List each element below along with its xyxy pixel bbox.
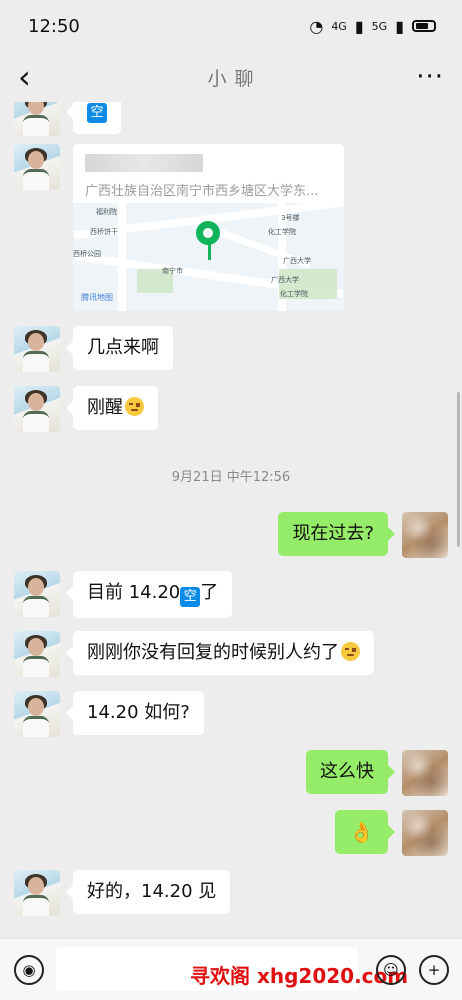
message-bubble[interactable]: 14.20 如何? [66, 691, 204, 735]
message-row: 目前 14.20 空了 [0, 571, 462, 619]
map-label: 化工学院 [268, 228, 296, 236]
plus-icon: + [427, 960, 441, 979]
add-button[interactable]: + [419, 955, 449, 985]
message-input-bar: ◉ 寻欢阁 xhg2020.com ☺ + [0, 938, 462, 1000]
signal-icon: ▮ [354, 16, 364, 36]
map-label: 西桥饼干 [90, 228, 118, 236]
location-map[interactable]: 福利院 3号楼 西桥饼干 化工学院 西桥公园 广西大学 南宁市 广西大学 化工学… [73, 203, 344, 311]
location-message-row: 广西壮族自治区南宁市西乡塘区大学东... 福利院 3号楼 西桥饼干 化工学院 西… [0, 102, 462, 322]
contact-avatar[interactable] [14, 144, 60, 190]
chat-header: ‹ 小 聊 ··· [0, 52, 462, 102]
message-row-sent: 这么快 [0, 750, 462, 798]
message-row-sent: 现在过去? [0, 512, 462, 560]
chat-area[interactable]: 空 广西壮族自治区南宁市西乡塘区大学东... 福利院 3号楼 西桥饼干 化工学院 [0, 102, 462, 938]
location-card[interactable]: 广西壮族自治区南宁市西乡塘区大学东... 福利院 3号楼 西桥饼干 化工学院 西… [73, 144, 344, 311]
contact-avatar[interactable] [14, 326, 60, 372]
map-label: 福利院 [96, 208, 117, 216]
self-avatar[interactable] [402, 810, 448, 856]
network-4g-label: 4G [331, 19, 347, 33]
message-text-prefix: 目前 14.20 [87, 582, 181, 603]
status-time: 12:50 [28, 15, 80, 37]
location-address: 广西壮族自治区南宁市西乡塘区大学东... [85, 184, 319, 199]
location-title-redacted [85, 154, 203, 172]
contact-avatar[interactable] [14, 631, 60, 677]
self-avatar[interactable] [402, 750, 448, 796]
battery-icon [412, 20, 436, 32]
map-logo: 腾讯地图 [81, 293, 113, 302]
time-divider: 9月21日 中午12:56 [171, 470, 291, 485]
message-bubble[interactable]: 刚刚你没有回复的时候别人约了 [66, 631, 374, 675]
message-text: 刚刚你没有回复的时候别人约了 [87, 642, 339, 663]
message-row: 刚刚你没有回复的时候别人约了 [0, 631, 462, 679]
message-text: 刚醒 [87, 397, 123, 418]
location-pin-icon [196, 221, 220, 260]
contact-avatar[interactable] [14, 691, 60, 737]
status-bar: 12:50 ◔ 4G ▮ 5G ▮ [0, 0, 462, 52]
wifi-icon: ◔ [309, 16, 324, 36]
message-row: 几点来啊 [0, 326, 462, 374]
contact-avatar[interactable] [14, 386, 60, 432]
sleepy-emoji-icon [341, 642, 360, 661]
message-bubble-sent[interactable]: 现在过去? [278, 512, 395, 556]
message-text-suffix: 了 [200, 582, 219, 603]
watermark: 寻欢阁 xhg2020.com [190, 964, 409, 988]
emoji-button[interactable]: ☺ [376, 955, 406, 985]
voice-icon: ◉ [22, 960, 36, 979]
message-bubble[interactable]: 刚醒 [66, 386, 158, 430]
message-row: 刚醒 [0, 386, 462, 434]
signal-icon-2: ▮ [395, 16, 404, 36]
self-avatar[interactable] [402, 512, 448, 558]
map-label: 3号楼 [281, 214, 300, 222]
message-bubble[interactable]: 好的，14.20 见 [65, 870, 231, 914]
voice-button[interactable]: ◉ [14, 955, 44, 985]
more-button[interactable]: ··· [404, 62, 444, 92]
status-icons: ◔ 4G ▮ 5G ▮ [309, 17, 436, 36]
message-row: 好的，14.20 见 [0, 870, 462, 918]
map-label: 西桥公园 [73, 250, 101, 258]
contact-avatar[interactable] [14, 571, 60, 617]
map-label: 广西大学 [283, 257, 311, 265]
message-bubble-sent[interactable]: 👌 [335, 810, 395, 854]
message-bubble-sent[interactable]: 这么快 [306, 750, 395, 794]
sleepy-emoji-icon [125, 397, 144, 416]
back-button[interactable]: ‹ [18, 61, 58, 93]
map-label: 南宁市 [162, 267, 183, 275]
map-label: 化工学院 [280, 290, 308, 298]
contact-avatar[interactable] [14, 870, 60, 916]
message-row: 14.20 如何? [0, 691, 462, 739]
empty-seat-icon: 空 [180, 587, 201, 607]
location-card-header: 广西壮族自治区南宁市西乡塘区大学东... [73, 144, 344, 203]
emoji-icon: ☺ [383, 960, 399, 979]
message-row-sent: 👌 [0, 810, 462, 858]
chat-title: 小 聊 [207, 67, 255, 90]
scrollbar[interactable] [457, 392, 460, 547]
message-bubble[interactable]: 目前 14.20 空了 [65, 571, 233, 618]
map-label: 广西大学 [271, 276, 299, 284]
network-5g-label: 5G [371, 19, 388, 33]
message-bubble[interactable]: 几点来啊 [66, 326, 173, 370]
